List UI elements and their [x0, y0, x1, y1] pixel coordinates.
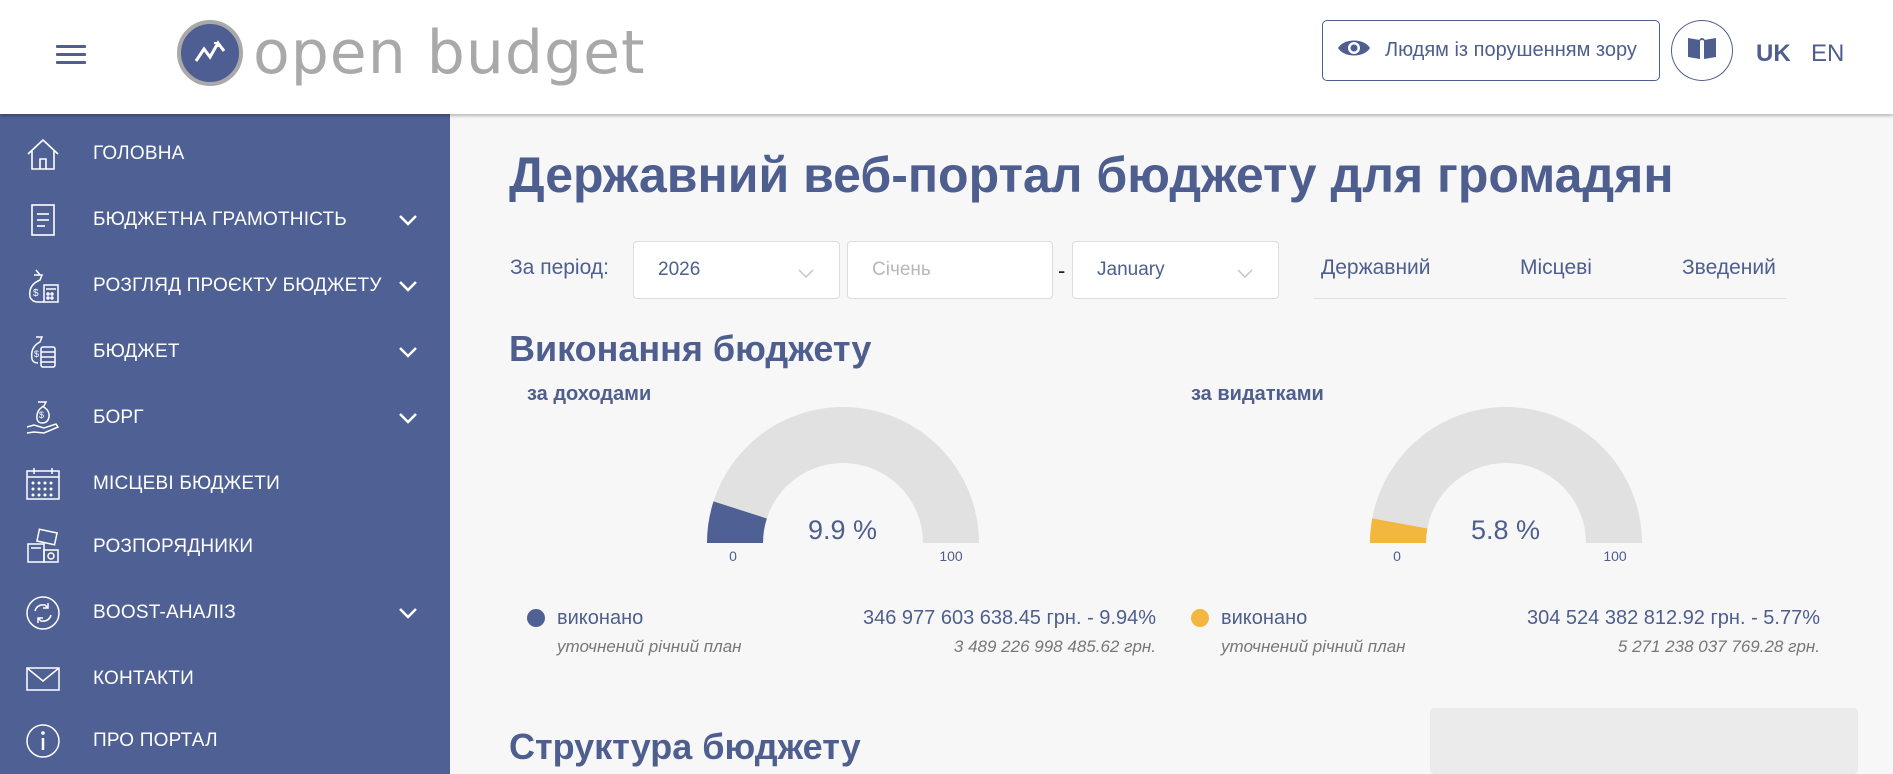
refresh-circle-icon [24, 594, 62, 632]
site-logo[interactable]: open budget [177, 18, 646, 88]
income-legend-dot [527, 609, 545, 627]
hamburger-menu-icon[interactable] [56, 45, 86, 67]
sidebar-item-label: ГОЛОВНА [93, 143, 185, 164]
income-legend-label: виконано [557, 607, 644, 629]
sidebar-item-budget-literacy[interactable]: БЮДЖЕТНА ГРАМОТНІСТЬ [0, 190, 450, 250]
sidebar-item-managers[interactable]: РОЗПОРЯДНИКИ [0, 517, 450, 577]
sidebar-item-home[interactable]: ГОЛОВНА [0, 124, 450, 184]
income-percent: 9.9 % [808, 515, 878, 545]
expense-legend-dot [1191, 609, 1209, 627]
sidebar-item-label: КОНТАКТИ [93, 668, 194, 689]
budget-type-tabs: Державний Місцеві Зведений [1313, 241, 1787, 299]
info-icon [24, 722, 62, 760]
income-gauge-min: 0 [729, 548, 737, 564]
floating-panel [1430, 708, 1858, 774]
sidebar-item-label: РОЗГЛЯД ПРОЄКТУ БЮДЖЕТУ [93, 275, 382, 296]
tab-state-budget[interactable]: Державний [1321, 256, 1431, 280]
month-from-select[interactable]: Січень [847, 241, 1053, 299]
money-bag-calculator-icon: $ [24, 267, 62, 305]
sidebar-item-boost-analysis[interactable]: BOOST-АНАЛІЗ [0, 583, 450, 643]
sidebar-item-label: РОЗПОРЯДНИКИ [93, 536, 254, 557]
expense-percent: 5.8 % [1471, 515, 1541, 545]
page-title: Державний веб-портал бюджету для громадя… [509, 147, 1674, 203]
money-bag-coins-icon: $ [24, 333, 62, 371]
sidebar-item-debt[interactable]: $ БОРГ [0, 388, 450, 448]
svg-text:$: $ [33, 288, 39, 299]
tab-local-budgets[interactable]: Місцеві [1520, 256, 1592, 280]
income-legend-value: 346 977 603 638.45 грн. - 9.94% [862, 607, 1156, 629]
cash-register-icon [24, 528, 62, 566]
logo-text: open budget [253, 18, 646, 88]
chevron-down-icon[interactable] [398, 213, 418, 227]
sidebar-item-budget-draft[interactable]: $ РОЗГЛЯД ПРОЄКТУ БЮДЖЕТУ [0, 256, 450, 316]
income-gauge: 0 100 [707, 407, 979, 564]
income-plan-label: уточнений річний план [557, 637, 742, 656]
sidebar-item-label: BOOST-АНАЛІЗ [93, 602, 236, 623]
sidebar-item-label: ПРО ПОРТАЛ [93, 730, 218, 751]
expense-subtitle: за видатками [1191, 383, 1324, 405]
top-header: open budget Людям із порушенням зору UK … [0, 0, 1893, 114]
home-icon [24, 135, 62, 173]
book-icon [1686, 35, 1718, 66]
logo-mark-icon [177, 20, 243, 86]
expense-plan-value: 5 271 238 037 769.28 грн. [1617, 637, 1820, 656]
chevron-down-icon[interactable] [398, 411, 418, 425]
income-subtitle: за доходами [527, 383, 652, 405]
sidebar-item-label: БЮДЖЕТНА ГРАМОТНІСТЬ [93, 209, 347, 230]
structure-section-title: Структура бюджету [509, 726, 861, 767]
expense-legend-value: 304 524 382 812.92 грн. - 5.77% [1526, 607, 1820, 629]
svg-text:$: $ [39, 410, 44, 420]
document-icon [24, 201, 62, 239]
lang-en-link[interactable]: EN [1811, 40, 1844, 68]
execution-section-title: Виконання бюджету [509, 328, 872, 369]
income-gauge-max: 100 [939, 548, 963, 564]
svg-text:$: $ [34, 349, 39, 359]
book-button[interactable] [1671, 20, 1733, 81]
sidebar-item-label: МІСЦЕВІ БЮДЖЕТИ [93, 473, 280, 494]
visually-impaired-label: Людям із порушенням зору [1385, 39, 1637, 61]
year-select-value: 2026 [658, 259, 701, 280]
expense-gauge: 0 100 [1370, 407, 1642, 564]
hand-money-icon: $ [24, 399, 62, 437]
envelope-icon [24, 660, 62, 698]
calendar-icon [24, 465, 62, 503]
expense-legend-label: виконано [1221, 607, 1308, 629]
sidebar-item-label: БОРГ [93, 407, 144, 428]
visually-impaired-button[interactable]: Людям із порушенням зору [1322, 20, 1660, 81]
sidebar-item-about[interactable]: ПРО ПОРТАЛ [0, 711, 450, 771]
sidebar-item-local-budgets[interactable]: МІСЦЕВІ БЮДЖЕТИ [0, 454, 450, 514]
expense-gauge-max: 100 [1603, 548, 1627, 564]
chevron-down-icon [797, 264, 815, 286]
month-to-value: January [1097, 259, 1165, 280]
sidebar-item-budget[interactable]: $ БЮДЖЕТ [0, 322, 450, 382]
chevron-down-icon[interactable] [398, 345, 418, 359]
eye-icon [1337, 37, 1371, 64]
tab-consolidated-budget[interactable]: Зведений [1682, 256, 1776, 280]
chevron-down-icon [1236, 264, 1254, 286]
expense-plan-label: уточнений річний план [1221, 637, 1406, 656]
month-from-placeholder: Січень [872, 259, 931, 280]
sidebar-nav: ГОЛОВНА БЮДЖЕТНА ГРАМОТНІСТЬ $ РОЗГЛЯД П… [0, 114, 450, 774]
chevron-down-icon[interactable] [398, 606, 418, 620]
chevron-down-icon[interactable] [398, 279, 418, 293]
expense-gauge-min: 0 [1393, 548, 1401, 564]
income-plan-value: 3 489 226 998 485.62 грн. [953, 637, 1156, 656]
period-separator: - [1058, 258, 1066, 283]
period-label: За період: [510, 256, 609, 279]
sidebar-item-contacts[interactable]: КОНТАКТИ [0, 649, 450, 709]
lang-uk-link[interactable]: UK [1756, 40, 1791, 68]
month-to-select[interactable]: January [1072, 241, 1279, 299]
sidebar-item-label: БЮДЖЕТ [93, 341, 180, 362]
year-select[interactable]: 2026 [633, 241, 840, 299]
